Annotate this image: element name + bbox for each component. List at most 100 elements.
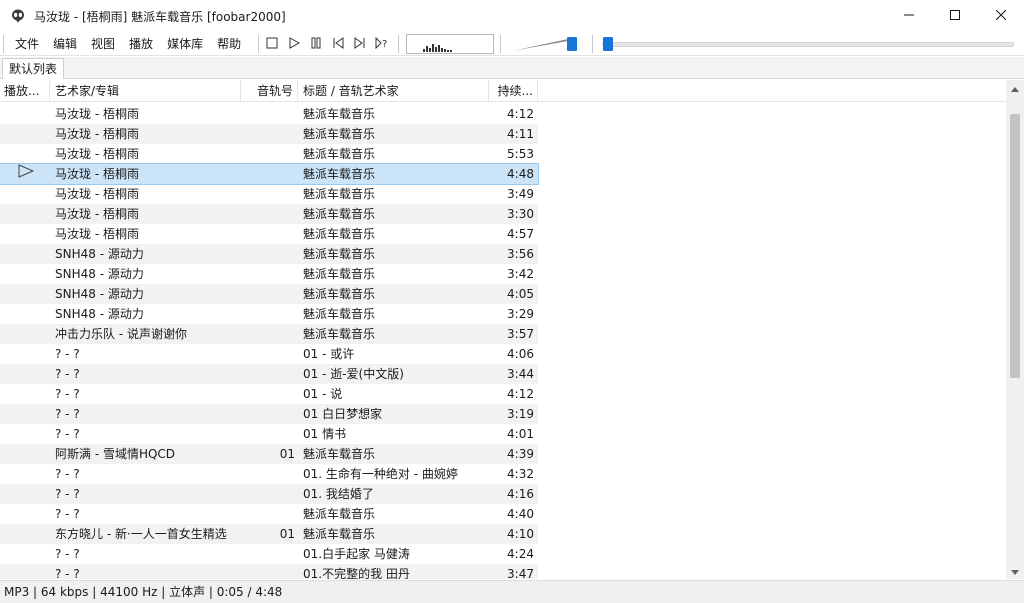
column-track-number[interactable]: 音轨号 [242, 80, 298, 102]
menu-bar: 文件 编辑 视图 播放 媒体库 帮助 [8, 32, 248, 56]
menu-file[interactable]: 文件 [8, 32, 46, 56]
track-number-cell [243, 344, 295, 364]
playlist: 马汝珑 - 梧桐雨 魅派车载音乐 4:12 马汝珑 - 梧桐雨 魅派车载音乐 4:11 马汝… [0, 104, 1006, 579]
column-title-artist[interactable]: 标题 / 音轨艺术家 [299, 80, 489, 102]
track-number-cell [243, 464, 295, 484]
window-title: 马汝珑 - [梧桐雨] 魅派车载音乐 [foobar2000] [34, 9, 286, 24]
playlist-row[interactable]: 马汝珑 - 梧桐雨 魅派车载音乐 3:49 [0, 184, 538, 204]
playlist-row[interactable]: ? - ? 01 - 或许 4:06 [0, 344, 538, 364]
pause-button[interactable] [309, 37, 323, 51]
track-number-cell [243, 424, 295, 444]
playlist-row[interactable]: SNH48 - 源动力 魅派车载音乐 4:05 [0, 284, 538, 304]
track-number-cell [243, 104, 295, 124]
artist-album-cell: SNH48 - 源动力 [55, 267, 144, 281]
title-cell: 魅派车载音乐 [303, 327, 376, 341]
artist-album-cell: 马汝珑 - 梧桐雨 [55, 167, 139, 181]
title-cell: 魅派车载音乐 [303, 507, 376, 521]
playlist-row[interactable]: ? - ? 01 - 说 4:12 [0, 384, 538, 404]
menu-playback[interactable]: 播放 [122, 32, 160, 56]
random-icon: ? [375, 36, 389, 53]
column-playing[interactable]: 播放... [0, 80, 50, 102]
column-header: 播放... 艺术家/专辑 音轨号 标题 / 音轨艺术家 持续... [0, 80, 1006, 102]
track-number-cell [243, 224, 295, 244]
tab-default-playlist[interactable]: 默认列表 [2, 58, 65, 79]
volume-thumb[interactable] [567, 37, 577, 51]
playlist-row[interactable]: ? - ? 01. 我结婚了 4:16 [0, 484, 538, 504]
playlist-row[interactable]: ? - ? 01.不完整的我 田丹 3:47 [0, 564, 538, 579]
artist-album-cell: ? - ? [55, 487, 80, 501]
playlist-tabs: 默认列表 [0, 57, 1024, 79]
title-cell: 01.不完整的我 田丹 [303, 567, 410, 579]
playlist-row[interactable]: 马汝珑 - 梧桐雨 魅派车载音乐 5:53 [0, 144, 538, 164]
column-artist-album[interactable]: 艺术家/专辑 [51, 80, 241, 102]
playlist-row[interactable]: 马汝珑 - 梧桐雨 魅派车载音乐 4:12 [0, 104, 538, 124]
artist-album-cell: 马汝珑 - 梧桐雨 [55, 227, 139, 241]
track-number-cell [243, 544, 295, 564]
scroll-down-button[interactable] [1006, 563, 1024, 579]
column-duration[interactable]: 持续... [490, 80, 538, 102]
previous-button[interactable] [331, 36, 345, 51]
alien-icon [10, 8, 26, 24]
title-cell: 魅派车载音乐 [303, 307, 376, 321]
playlist-row[interactable]: 马汝珑 - 梧桐雨 魅派车载音乐 4:48 [0, 163, 539, 185]
artist-album-cell: ? - ? [55, 347, 80, 361]
stop-button[interactable] [265, 37, 279, 51]
next-button[interactable] [353, 36, 367, 52]
separator [592, 35, 593, 53]
playlist-row[interactable]: ? - ? 魅派车载音乐 4:40 [0, 504, 538, 524]
duration-cell: 3:19 [507, 407, 534, 421]
artist-album-cell: ? - ? [55, 427, 80, 441]
playing-indicator-cell [0, 264, 50, 284]
menu-edit[interactable]: 编辑 [46, 32, 84, 56]
duration-cell: 3:57 [507, 327, 534, 341]
seek-thumb[interactable] [603, 37, 613, 51]
playlist-row[interactable]: 马汝珑 - 梧桐雨 魅派车载音乐 3:30 [0, 204, 538, 224]
playlist-row[interactable]: 冲击力乐队 - 说声谢谢你 魅派车载音乐 3:57 [0, 324, 538, 344]
track-number-cell: 01 [279, 527, 295, 541]
next-icon [354, 36, 366, 52]
artist-album-cell: ? - ? [55, 407, 80, 421]
menu-help[interactable]: 帮助 [210, 32, 248, 56]
play-button[interactable] [287, 36, 301, 51]
playing-indicator-cell [0, 424, 50, 444]
playlist-row[interactable]: ? - ? 01. 生命有一种绝对 - 曲婉婷 4:32 [0, 464, 538, 484]
menu-view[interactable]: 视图 [84, 32, 122, 56]
playlist-row[interactable]: SNH48 - 源动力 魅派车载音乐 3:29 [0, 304, 538, 324]
seek-bar[interactable] [602, 42, 1014, 47]
separator [258, 35, 259, 53]
artist-album-cell: SNH48 - 源动力 [55, 307, 144, 321]
title-cell: 01 - 或许 [303, 347, 355, 361]
playlist-row[interactable]: ? - ? 01 白日梦想家 3:19 [0, 404, 538, 424]
playlist-row[interactable]: 东方晓儿 - 新·一人一首女生精选 01 魅派车载音乐 4:10 [0, 524, 538, 544]
scroll-up-button[interactable] [1006, 80, 1024, 96]
title-cell: 01.白手起家 马健涛 [303, 547, 410, 561]
playlist-row[interactable]: ? - ? 01.白手起家 马健涛 4:24 [0, 544, 538, 564]
duration-cell: 3:42 [507, 267, 534, 281]
playlist-row[interactable]: ? - ? 01 - 逝-爱(中文版) 3:44 [0, 364, 538, 384]
artist-album-cell: 阿斯满 - 雪域情HQCD [55, 447, 176, 461]
menu-library[interactable]: 媒体库 [160, 32, 210, 56]
playlist-row[interactable]: 马汝珑 - 梧桐雨 魅派车载音乐 4:57 [0, 224, 538, 244]
close-button[interactable] [978, 0, 1024, 32]
title-cell: 魅派车载音乐 [303, 207, 376, 221]
artist-album-cell: 马汝珑 - 梧桐雨 [55, 147, 139, 161]
playlist-row[interactable]: 马汝珑 - 梧桐雨 魅派车载音乐 4:11 [0, 124, 538, 144]
vertical-scrollbar[interactable] [1006, 80, 1024, 579]
stop-icon [266, 37, 278, 52]
random-button[interactable]: ? [375, 36, 389, 53]
scrollbar-thumb[interactable] [1010, 114, 1020, 378]
artist-album-cell: 马汝珑 - 梧桐雨 [55, 127, 139, 141]
close-icon [995, 8, 1007, 24]
minimize-button[interactable] [886, 0, 932, 32]
title-cell: 魅派车载音乐 [303, 227, 376, 241]
title-cell: 魅派车载音乐 [303, 267, 376, 281]
duration-cell: 3:30 [507, 207, 534, 221]
duration-cell: 4:32 [507, 467, 534, 481]
playlist-row[interactable]: ? - ? 01 情书 4:01 [0, 424, 538, 444]
maximize-button[interactable] [932, 0, 978, 32]
playlist-row[interactable]: SNH48 - 源动力 魅派车载音乐 3:56 [0, 244, 538, 264]
duration-cell: 4:12 [507, 387, 534, 401]
playlist-row[interactable]: SNH48 - 源动力 魅派车载音乐 3:42 [0, 264, 538, 284]
playlist-row[interactable]: 阿斯满 - 雪域情HQCD 01 魅派车载音乐 4:39 [0, 444, 538, 464]
duration-cell: 3:44 [507, 367, 534, 381]
